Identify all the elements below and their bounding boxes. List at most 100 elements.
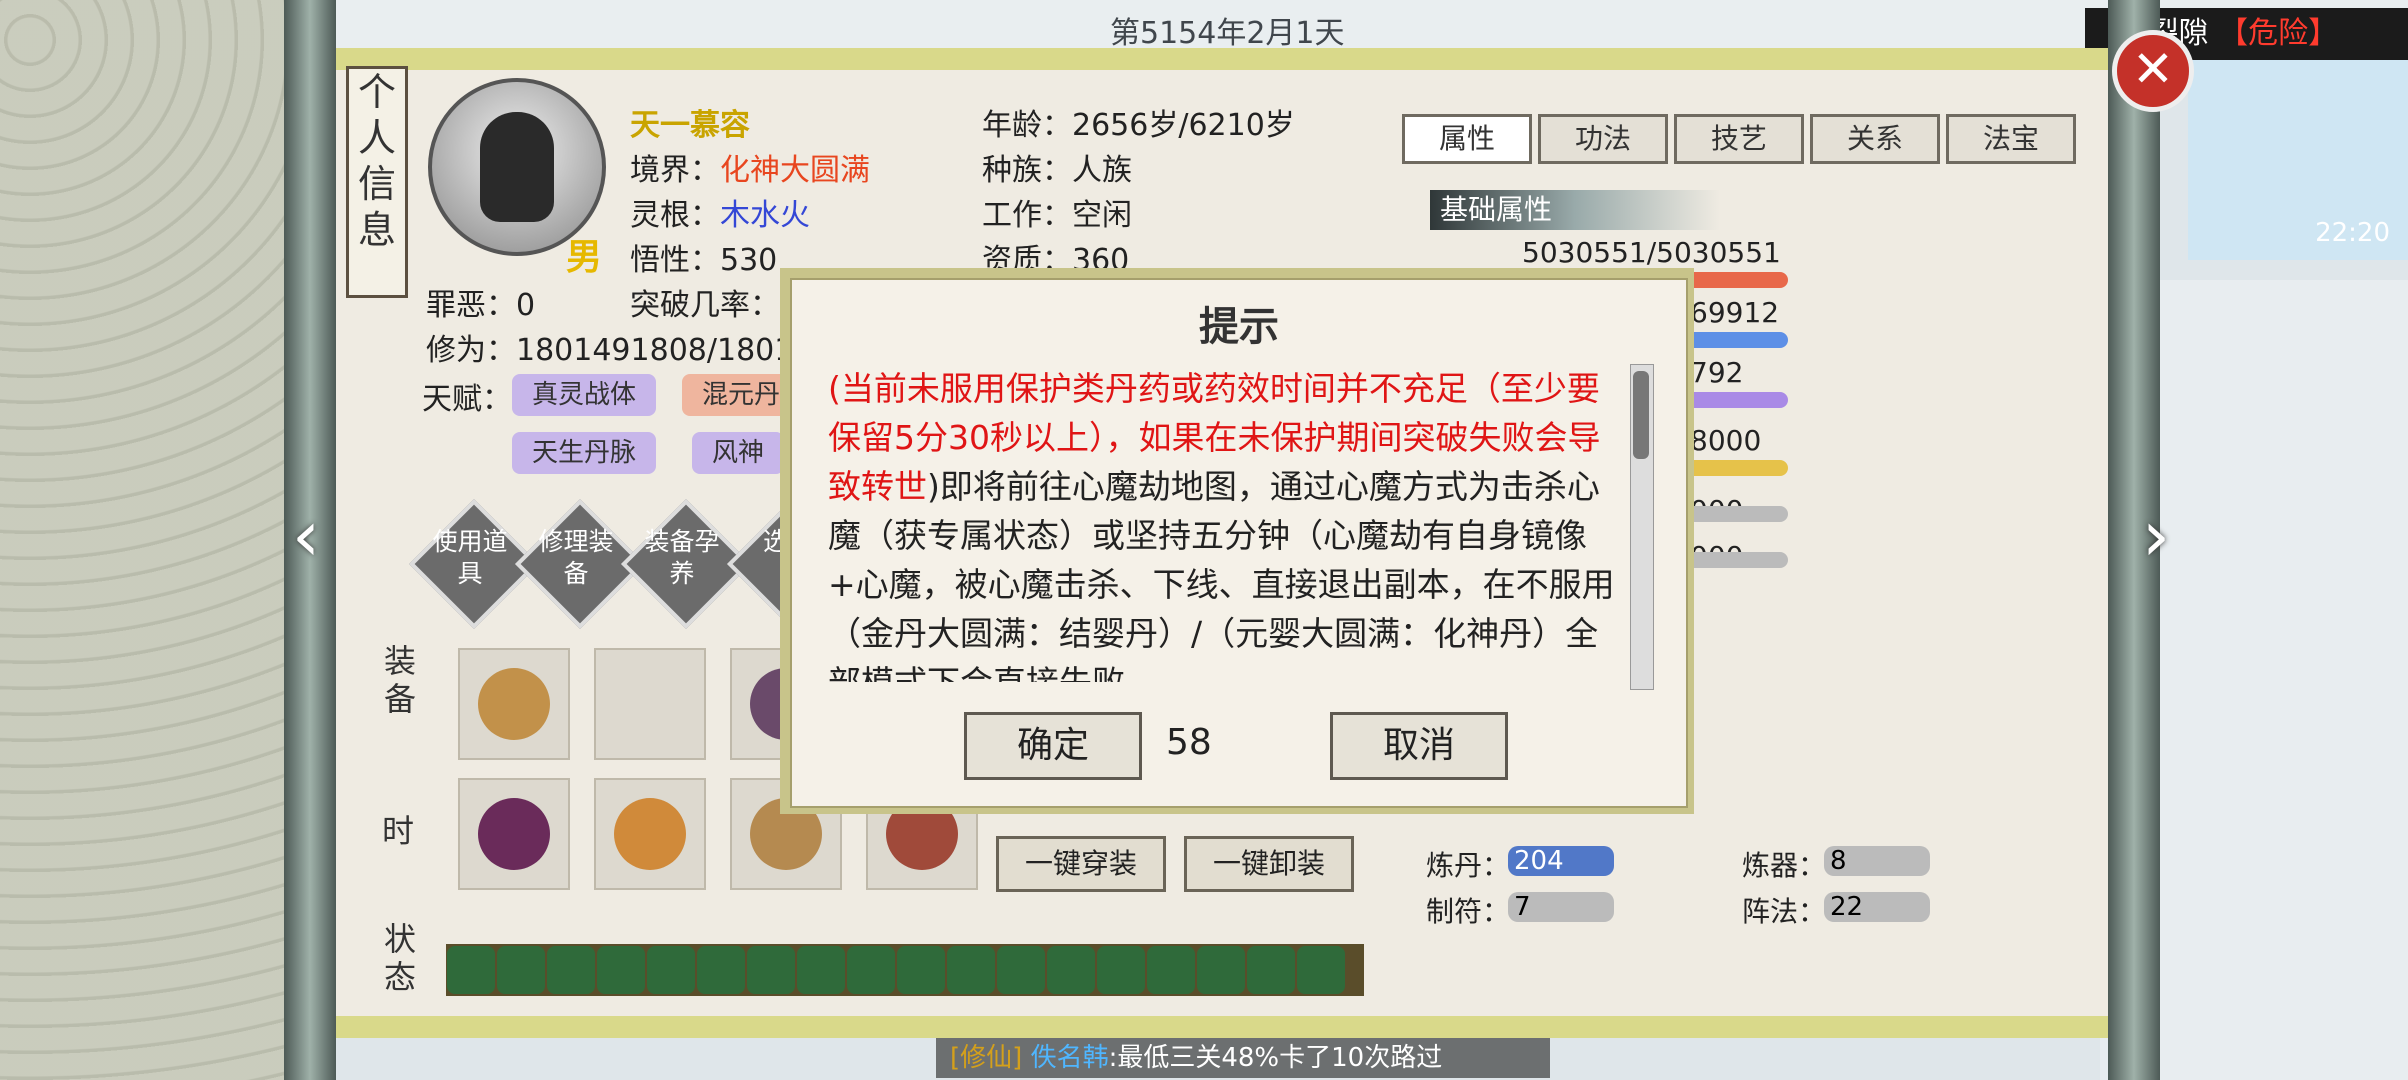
skill-value: 22 [1824,892,1930,922]
skill-value: 7 [1508,892,1614,922]
chat-line[interactable]: [修仙] 佚名韩:最低三关48%卡了10次路过 [936,1038,1550,1078]
stat-value: 8000 [1690,424,1762,457]
skill-value: 8 [1824,846,1930,876]
status-icon[interactable] [1097,946,1145,994]
equip-slot[interactable] [594,778,706,890]
dialog-text: )即将前往心魔劫地图，通过心魔方式为击杀心魔（获专属状态）或坚持五分钟（心魔劫有… [828,467,1615,682]
skill-value: 204 [1508,846,1614,876]
next-arrow-icon[interactable]: › [2142,495,2170,577]
job-row: 工作：空闲 [982,190,1132,234]
talent-chip[interactable]: 风神 [692,432,785,474]
talent-chip[interactable]: 天生丹脉 [512,432,657,474]
prompt-dialog: 提示 (当前未服用保护类丹药或药效时间并不充足（至少要保留5分30秒以上），如果… [790,278,1688,808]
cultivation-label: 修为： [426,333,516,368]
status-icon[interactable] [947,946,995,994]
evil-row: 罪恶：0 [426,280,535,324]
status-icon[interactable] [747,946,795,994]
talent-chip[interactable]: 真灵战体 [512,374,657,416]
close-icon[interactable]: ✕ [2112,30,2194,112]
avatar-face [480,112,554,222]
skill-label: 炼丹： [1426,849,1511,882]
unequip-all-button[interactable]: 一键卸装 [1184,836,1355,892]
race-label: 种族： [982,153,1072,188]
realm-row: 境界：化神大圆满 [630,145,870,189]
root-label: 灵根： [630,198,720,233]
robe-icon [478,668,550,740]
status-icon[interactable] [997,946,1045,994]
skill-label: 炼器： [1742,849,1827,882]
status-icon[interactable] [597,946,645,994]
stat-value: 69912 [1690,296,1780,329]
status-icon[interactable] [1047,946,1095,994]
use-item-label: 使用道具 [432,527,508,588]
status-icon[interactable] [897,946,945,994]
clock: 22:20 [2315,218,2390,248]
root-row: 灵根：木水火 [630,190,810,234]
chat-user[interactable]: 佚名韩 [1031,1043,1109,1073]
character-name: 天一慕容 [630,108,750,143]
equip-all-button[interactable]: 一键穿装 [996,836,1167,892]
timing-label: 时 [381,812,414,850]
minimap[interactable]: 22:20 [2188,60,2408,260]
chat-message: :最低三关48%卡了10次路过 [1108,1043,1443,1073]
dialog-scrollbar[interactable] [1630,364,1654,690]
orb-icon [614,798,686,870]
repair-equipment-label: 修理装备 [538,527,614,588]
comprehension-label: 悟性： [630,243,720,278]
breakthrough-label: 突破几率： [630,288,780,323]
confirm-button[interactable]: 确定 [964,712,1142,780]
tab-relations[interactable]: 关系 [1810,114,1940,164]
race-row: 种族：人族 [982,145,1132,189]
status-icon[interactable] [647,946,695,994]
job-label: 工作： [982,198,1072,233]
chat-tag: [修仙] [950,1043,1023,1073]
stat-value: 5030551/5030551 [1522,236,1781,269]
status-section-label: 状态 [383,920,416,996]
evil-label: 罪恶： [426,288,516,323]
tab-skills[interactable]: 技艺 [1674,114,1804,164]
race-value: 人族 [1072,153,1132,188]
age-row: 年龄：2656岁/6210岁 [982,100,1295,144]
evil-value: 0 [516,288,536,323]
status-icon[interactable] [497,946,545,994]
comprehension-row: 悟性：530 [630,235,777,279]
equip-slot[interactable] [458,778,570,890]
tab-techniques[interactable]: 功法 [1538,114,1668,164]
prev-arrow-icon[interactable]: ‹ [292,495,320,577]
gender: 男 [566,237,603,278]
realm-value: 化神大圆满 [720,153,870,188]
dialog-message[interactable]: (当前未服用保护类丹药或药效时间并不充足（至少要保留5分30秒以上），如果在未保… [828,364,1618,682]
tab-attributes[interactable]: 属性 [1402,114,1532,164]
skill-label: 阵法： [1742,895,1827,928]
status-icon[interactable] [1147,946,1195,994]
comprehension-value: 530 [720,243,778,278]
nurture-equipment-label: 装备孕养 [644,527,720,588]
status-icon[interactable] [447,946,495,994]
status-icon[interactable] [1197,946,1245,994]
realm-label: 境界： [630,153,720,188]
age-label: 年龄： [982,108,1072,143]
equip-slot-empty[interactable] [594,648,706,760]
countdown: 58 [1166,722,1212,763]
job-value: 空闲 [1072,198,1132,233]
status-effects-bar [446,944,1364,996]
status-icon[interactable] [697,946,745,994]
status-icon[interactable] [547,946,595,994]
status-icon[interactable] [1297,946,1345,994]
talent-label: 天赋： [422,382,512,417]
status-icon[interactable] [797,946,845,994]
cancel-button[interactable]: 取消 [1330,712,1508,780]
skill-label: 制符： [1426,895,1511,928]
status-icon[interactable] [847,946,895,994]
danger-label: 【危险】 [2218,16,2339,51]
status-icon[interactable] [1247,946,1295,994]
stat-value: 792 [1690,356,1744,389]
scrollbar-thumb[interactable] [1633,371,1649,459]
dialog-title: 提示 [1199,304,1279,350]
armor-icon [478,798,550,870]
root-value: 木水火 [720,198,810,233]
scene-cobblestone [0,0,300,1080]
tab-treasures[interactable]: 法宝 [1946,114,2076,164]
equip-slot[interactable] [458,648,570,760]
panel-title: 个人信息 [346,66,408,298]
